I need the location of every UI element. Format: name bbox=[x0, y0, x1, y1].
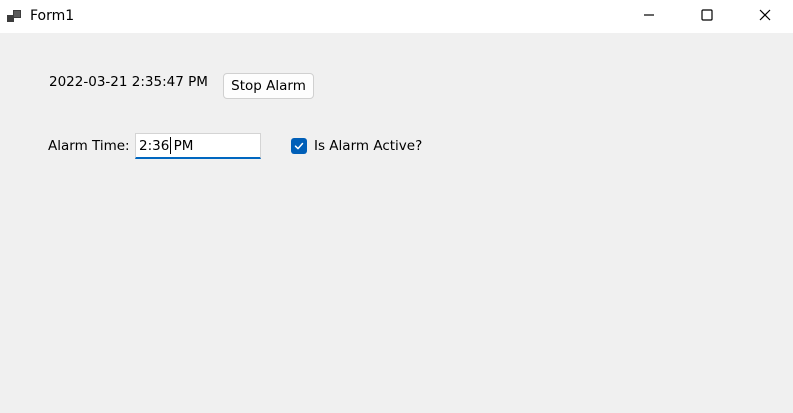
minimize-button[interactable] bbox=[620, 0, 678, 31]
stop-alarm-label: Stop Alarm bbox=[231, 78, 306, 94]
stop-alarm-button[interactable]: Stop Alarm bbox=[223, 73, 314, 99]
app-icon bbox=[7, 8, 23, 24]
maximize-button[interactable] bbox=[678, 0, 736, 31]
title-bar[interactable]: Form1 bbox=[0, 0, 793, 33]
alarm-time-value: 2:36 PM bbox=[139, 138, 194, 154]
minimize-icon bbox=[643, 6, 655, 25]
maximize-icon bbox=[701, 6, 713, 25]
current-time-label: 2022-03-21 2:35:47 PM bbox=[49, 74, 208, 90]
window-title: Form1 bbox=[30, 8, 75, 24]
close-button[interactable] bbox=[736, 0, 793, 31]
alarm-time-label: Alarm Time: bbox=[48, 138, 130, 154]
checkmark-icon bbox=[293, 137, 305, 156]
close-icon bbox=[759, 6, 771, 25]
alarm-active-checkbox[interactable] bbox=[291, 138, 307, 154]
text-caret bbox=[170, 137, 171, 154]
alarm-time-input[interactable]: 2:36 PM bbox=[135, 133, 261, 159]
alarm-active-label[interactable]: Is Alarm Active? bbox=[314, 138, 422, 154]
form1-window: Form1 2022-03-21 2:35:47 PM Stop Alarm A… bbox=[0, 0, 793, 413]
